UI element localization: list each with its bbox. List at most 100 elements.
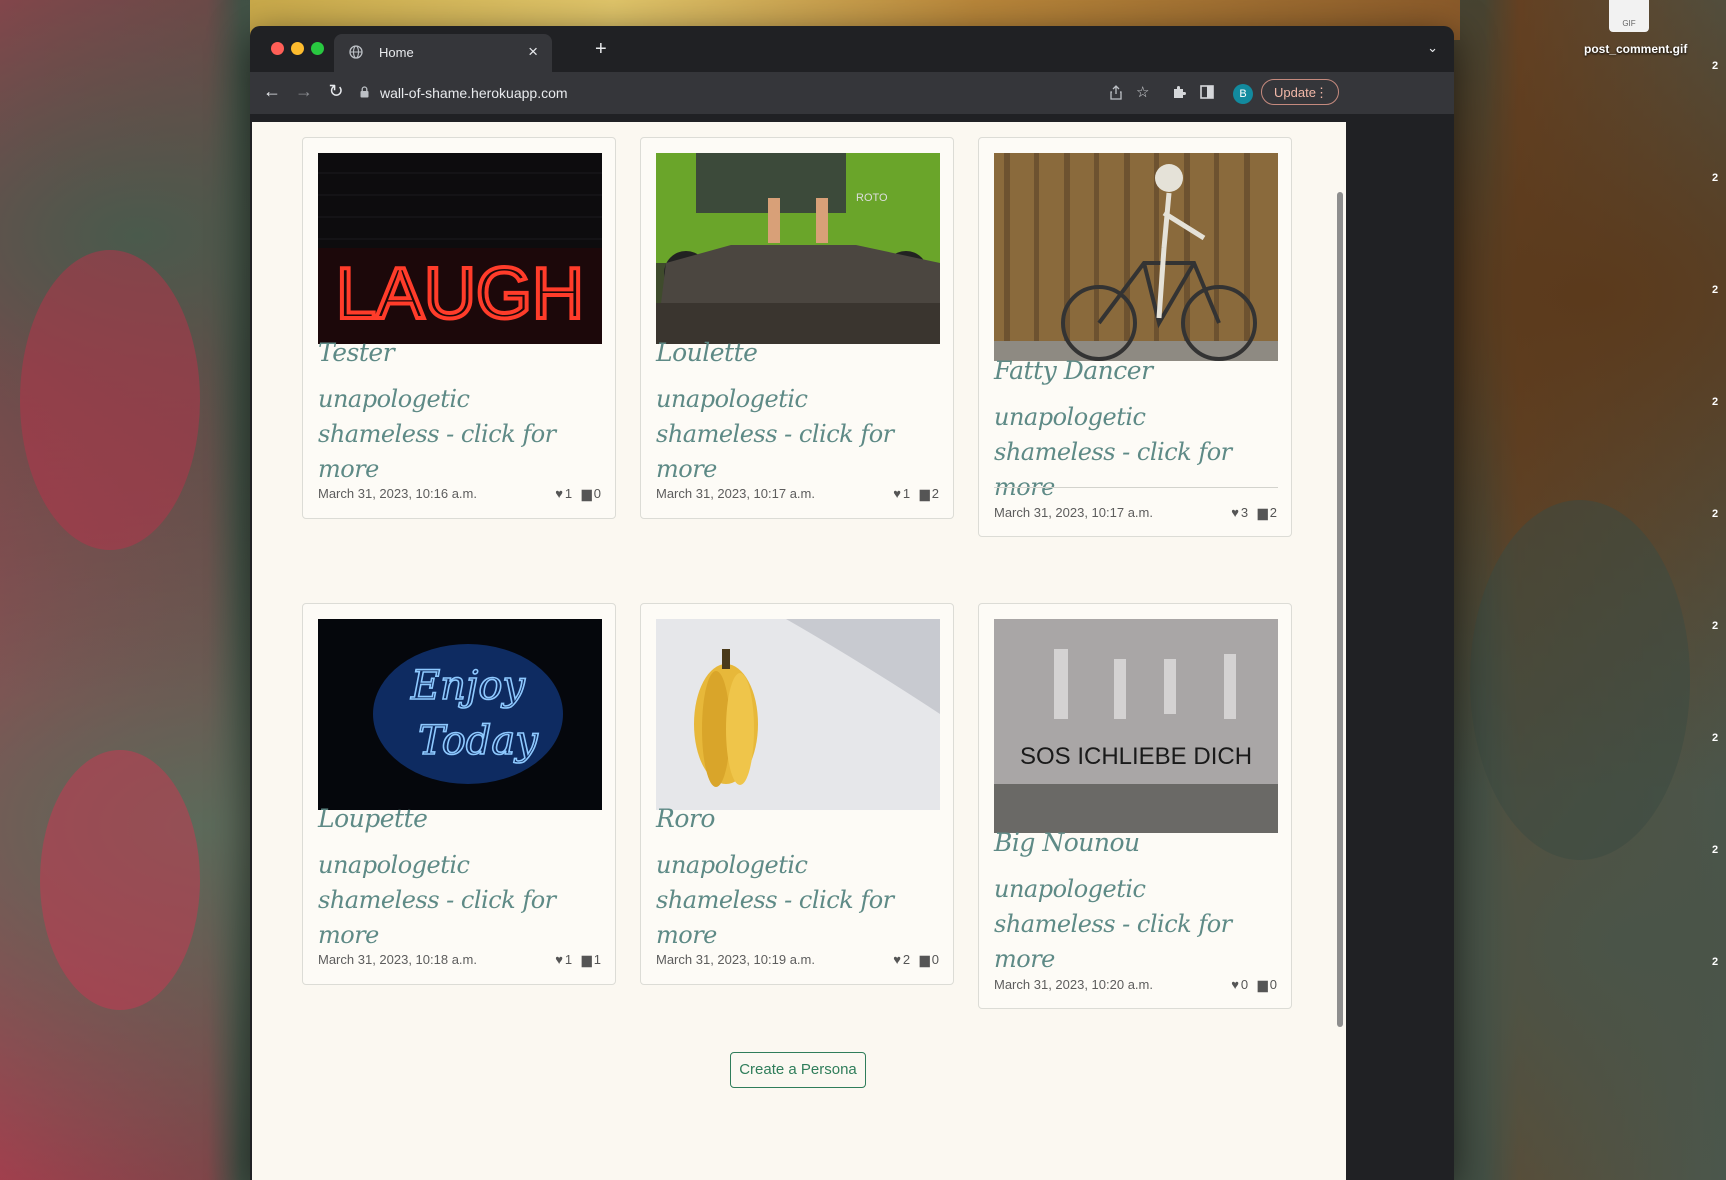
card-stats: ♥ 1 ▆ 1 xyxy=(555,952,601,968)
persona-name[interactable]: Loulette xyxy=(656,338,758,367)
create-persona-button[interactable]: Create a Persona xyxy=(730,1052,866,1088)
likes-count: 2 xyxy=(902,952,911,967)
likes-count: 1 xyxy=(564,486,573,501)
comment-icon[interactable]: ▆ xyxy=(920,952,930,967)
post-date: March 31, 2023, 10:20 a.m. xyxy=(994,977,1153,992)
heart-icon[interactable]: ♥ xyxy=(1231,505,1239,520)
profile-avatar[interactable]: B xyxy=(1233,84,1253,104)
gif-file-icon: GIF xyxy=(1609,0,1649,32)
feet-machine-image: ROTO xyxy=(656,153,940,344)
likes-count: 1 xyxy=(564,952,573,967)
likes-count: 3 xyxy=(1240,505,1249,520)
persona-card[interactable]: Enjoy Today Loupette unapologetic shamel… xyxy=(302,603,616,985)
persona-image[interactable]: ROTO xyxy=(656,153,940,344)
page-viewport: LAUGH Tester unapologetic shameless - cl… xyxy=(252,122,1346,1180)
persona-name[interactable]: Roro xyxy=(656,804,715,833)
persona-description[interactable]: unapologetic shameless - click for more xyxy=(994,400,1264,505)
post-date: March 31, 2023, 10:19 a.m. xyxy=(656,952,815,967)
wallpaper-splash xyxy=(40,750,200,1010)
comments-count: 2 xyxy=(1269,505,1277,520)
wallpaper-splash xyxy=(20,250,200,550)
enjoy-today-neon-image: Enjoy Today xyxy=(318,619,602,810)
persona-image[interactable]: LAUGH xyxy=(318,153,602,344)
chevron-down-icon[interactable]: ⌄ xyxy=(1427,40,1438,56)
browser-toolbar: ← → ↻ wall-of-shame.herokuapp.com ☆ B Up… xyxy=(250,72,1454,114)
persona-image[interactable] xyxy=(994,153,1278,361)
heart-icon[interactable]: ♥ xyxy=(1231,977,1239,992)
persona-description[interactable]: unapologetic shameless - click for more xyxy=(318,848,588,953)
post-date: March 31, 2023, 10:18 a.m. xyxy=(318,952,477,967)
post-date: March 31, 2023, 10:16 a.m. xyxy=(318,486,477,501)
share-icon[interactable] xyxy=(1110,85,1122,100)
tab-title: Home xyxy=(379,45,414,60)
post-date: March 31, 2023, 10:17 a.m. xyxy=(994,505,1153,520)
persona-description[interactable]: unapologetic shameless - click for more xyxy=(656,848,926,953)
persona-image[interactable]: Enjoy Today xyxy=(318,619,602,810)
persona-card[interactable]: ROTO Loulette unapologetic shameless - c… xyxy=(640,137,954,519)
kebab-menu-icon[interactable]: ⋮ xyxy=(1315,80,1328,106)
persona-description[interactable]: unapologetic shameless - click for more xyxy=(994,872,1264,977)
close-window-button[interactable] xyxy=(271,42,284,55)
comments-count: 0 xyxy=(593,486,601,501)
svg-text:Today: Today xyxy=(418,718,539,764)
minimize-window-button[interactable] xyxy=(291,42,304,55)
tab-home[interactable]: Home × xyxy=(334,34,552,72)
persona-image[interactable]: SOS ICHLIEBE DICH xyxy=(994,619,1278,833)
tab-bar: Home × + ⌄ xyxy=(250,26,1454,72)
close-tab-icon[interactable]: × xyxy=(528,42,538,62)
address-bar[interactable]: wall-of-shame.herokuapp.com xyxy=(350,77,1230,109)
heart-icon[interactable]: ♥ xyxy=(555,486,563,501)
comment-icon[interactable]: ▆ xyxy=(1258,977,1268,992)
comments-count: 0 xyxy=(1269,977,1277,992)
persona-card[interactable]: SOS ICHLIEBE DICH Big Nounou unapologeti… xyxy=(978,603,1292,1009)
card-divider xyxy=(994,487,1278,488)
skeleton-bicycle-image xyxy=(994,153,1278,361)
update-button[interactable]: Update ⋮ xyxy=(1261,79,1339,105)
persona-description[interactable]: unapologetic shameless - click for more xyxy=(656,382,926,487)
lock-icon xyxy=(360,86,369,98)
scrollbar-thumb[interactable] xyxy=(1337,192,1343,1027)
persona-name[interactable]: Fatty Dancer xyxy=(994,356,1153,385)
desktop-file-label: post_comment.gif xyxy=(1584,42,1688,56)
svg-text:ROTO: ROTO xyxy=(856,192,888,204)
comment-icon[interactable]: ▆ xyxy=(582,486,592,501)
heart-icon[interactable]: ♥ xyxy=(555,952,563,967)
comment-icon[interactable]: ▆ xyxy=(582,952,592,967)
persona-card[interactable]: Fatty Dancer unapologetic shameless - cl… xyxy=(978,137,1292,537)
heart-icon[interactable]: ♥ xyxy=(893,952,901,967)
desktop-file-post-comment-gif[interactable]: GIF post_comment.gif xyxy=(1584,0,1688,56)
edge-digits: 222 222 222 xyxy=(1712,60,1719,968)
persona-card[interactable]: Roro unapologetic shameless - click for … xyxy=(640,603,954,985)
extensions-puzzle-icon[interactable] xyxy=(1172,85,1186,99)
scrollbar[interactable] xyxy=(1334,122,1346,1180)
comment-icon[interactable]: ▆ xyxy=(920,486,930,501)
svg-text:Enjoy: Enjoy xyxy=(410,663,526,709)
persona-name[interactable]: Big Nounou xyxy=(994,828,1140,857)
card-stats: ♥ 1 ▆ 0 xyxy=(555,486,601,502)
side-panel-icon[interactable] xyxy=(1200,85,1214,99)
comment-icon[interactable]: ▆ xyxy=(1258,505,1268,520)
persona-name[interactable]: Tester xyxy=(318,338,395,367)
forward-arrow-icon[interactable]: → xyxy=(292,81,316,102)
comments-count: 1 xyxy=(593,952,601,967)
persona-description[interactable]: unapologetic shameless - click for more xyxy=(318,382,588,487)
reload-icon[interactable]: ↻ xyxy=(324,81,348,102)
bookmark-star-icon[interactable]: ☆ xyxy=(1136,83,1149,101)
bananas-image xyxy=(656,619,940,810)
svg-text:SOS ICHLIEBE DICH: SOS ICHLIEBE DICH xyxy=(1020,743,1252,770)
card-stats: ♥ 1 ▆ 2 xyxy=(893,486,939,502)
globe-icon xyxy=(349,45,363,59)
url-text: wall-of-shame.herokuapp.com xyxy=(380,85,568,101)
comments-count: 0 xyxy=(931,952,939,967)
card-stats: ♥ 0 ▆ 0 xyxy=(1231,977,1277,993)
persona-card[interactable]: LAUGH Tester unapologetic shameless - cl… xyxy=(302,137,616,519)
likes-count: 1 xyxy=(902,486,911,501)
comments-count: 2 xyxy=(931,486,939,501)
back-arrow-icon[interactable]: ← xyxy=(260,81,284,102)
persona-image[interactable] xyxy=(656,619,940,810)
new-tab-icon[interactable]: + xyxy=(595,38,607,61)
persona-name[interactable]: Loupette xyxy=(318,804,428,833)
wallpaper-splash xyxy=(1470,500,1690,860)
fullscreen-window-button[interactable] xyxy=(311,42,324,55)
heart-icon[interactable]: ♥ xyxy=(893,486,901,501)
